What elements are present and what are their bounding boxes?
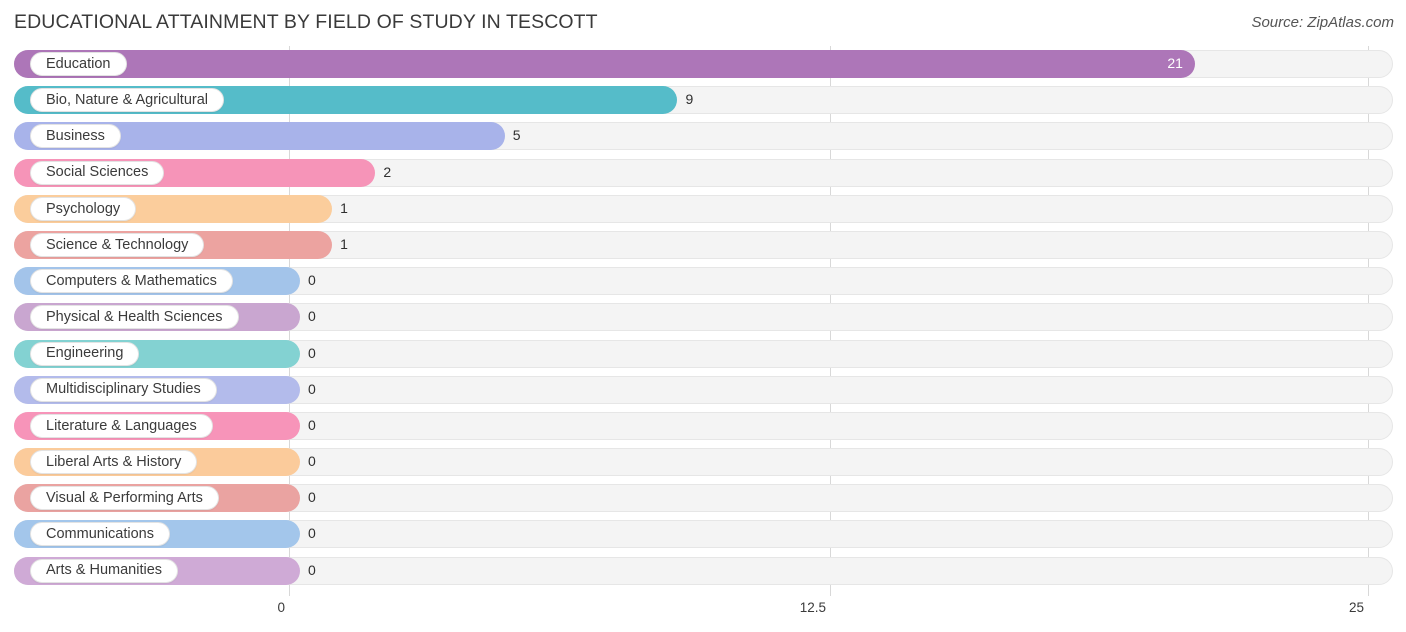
category-label: Computers & Mathematics	[46, 272, 217, 289]
category-label-pill: Arts & Humanities	[30, 558, 179, 583]
bar-row[interactable]: Literature & Languages 0	[0, 408, 1406, 444]
category-label-pill: Multidisciplinary Studies	[30, 377, 217, 402]
category-label: Physical & Health Sciences	[46, 309, 223, 326]
bar-row[interactable]: Education 21	[0, 46, 1406, 82]
category-label-pill: Psychology	[30, 196, 137, 221]
value-label: 0	[308, 561, 316, 578]
value-label: 2	[383, 163, 392, 180]
category-label-pill: Literature & Languages	[30, 413, 213, 438]
value-label: 1	[340, 235, 348, 252]
category-label-pill: Physical & Health Sciences	[30, 305, 239, 330]
category-label: Communications	[46, 526, 154, 543]
bar-row[interactable]: Physical & Health Sciences 0	[0, 299, 1406, 335]
value-label: 5	[512, 127, 521, 144]
bar-row[interactable]: Engineering 0	[0, 336, 1406, 372]
category-label: Social Sciences	[46, 164, 149, 181]
category-label: Engineering	[46, 345, 124, 362]
value-label: 0	[308, 416, 316, 433]
bar-row[interactable]: Computers & Mathematics 0	[0, 263, 1406, 299]
value-bar[interactable]	[14, 50, 1196, 78]
source-attribution: Source: ZipAtlas.com	[1251, 14, 1394, 31]
value-label: 0	[308, 380, 316, 397]
bar-row[interactable]: Arts & Humanities 0	[0, 553, 1406, 589]
value-label: 0	[308, 525, 316, 542]
bar-row[interactable]: Communications 0	[0, 516, 1406, 552]
category-label-pill: Liberal Arts & History	[30, 450, 198, 475]
value-label: 9	[685, 91, 694, 108]
bar-row[interactable]: Visual & Performing Arts 0	[0, 480, 1406, 516]
category-label-pill: Computers & Mathematics	[30, 269, 233, 294]
category-label-pill: Bio, Nature & Agricultural	[30, 88, 224, 113]
category-label: Liberal Arts & History	[46, 453, 182, 470]
value-label: 0	[308, 453, 316, 470]
category-label-pill: Communications	[30, 522, 170, 547]
category-label: Arts & Humanities	[46, 562, 163, 579]
value-label: 21	[1167, 55, 1183, 71]
value-label: 1	[340, 199, 348, 216]
plot-area: Education 21 Bio, Nature & Agricultural 9 Bu…	[0, 46, 1406, 596]
category-label-pill: Engineering	[30, 341, 140, 366]
bar-row[interactable]: Multidisciplinary Studies 0	[0, 372, 1406, 408]
category-label-pill: Social Sciences	[30, 160, 165, 185]
category-label: Multidisciplinary Studies	[46, 381, 201, 398]
category-label-pill: Visual & Performing Arts	[30, 486, 219, 511]
category-label-pill: Business	[30, 124, 121, 149]
chart-header: EDUCATIONAL ATTAINMENT BY FIELD OF STUDY…	[0, 0, 1406, 46]
bar-row[interactable]: Business 5	[0, 118, 1406, 154]
category-label-pill: Education	[30, 52, 127, 76]
value-label: 0	[308, 489, 316, 506]
category-label: Literature & Languages	[46, 417, 197, 434]
x-axis-tick: 12.5	[799, 600, 826, 615]
page-title: EDUCATIONAL ATTAINMENT BY FIELD OF STUDY…	[14, 11, 598, 33]
bar-row[interactable]: Liberal Arts & History 0	[0, 444, 1406, 480]
bar-row[interactable]: Science & Technology 1	[0, 227, 1406, 263]
category-label: Business	[46, 128, 105, 145]
bar-row[interactable]: Bio, Nature & Agricultural 9	[0, 82, 1406, 118]
bar-row[interactable]: Social Sciences 2	[0, 155, 1406, 191]
bar-rows: Education 21 Bio, Nature & Agricultural 9 Bu…	[0, 46, 1406, 589]
category-label-pill: Science & Technology	[30, 232, 205, 257]
category-label: Science & Technology	[46, 236, 189, 253]
bar-row[interactable]: Psychology 1	[0, 191, 1406, 227]
x-axis: 0 12.5 25	[0, 596, 1406, 632]
category-label: Visual & Performing Arts	[46, 490, 203, 506]
category-label: Psychology	[46, 200, 121, 217]
x-axis-tick: 25	[1348, 600, 1364, 615]
category-label: Bio, Nature & Agricultural	[46, 91, 208, 108]
value-label: 0	[308, 308, 316, 325]
value-label: 0	[308, 344, 316, 361]
x-axis-tick: 0	[277, 600, 285, 615]
category-label: Education	[46, 55, 111, 72]
value-label: 0	[308, 272, 316, 289]
